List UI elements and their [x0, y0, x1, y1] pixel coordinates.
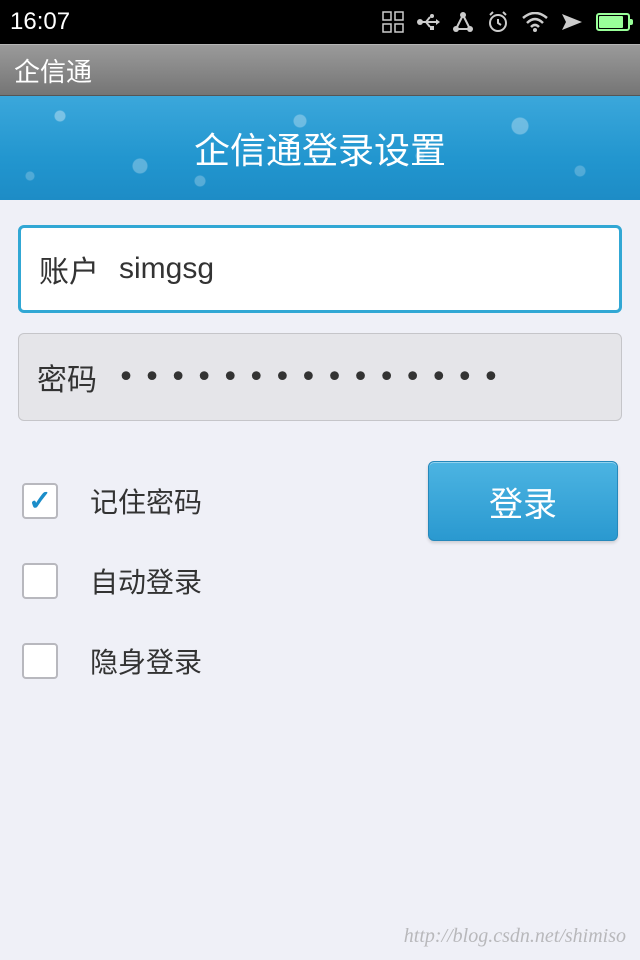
- login-button[interactable]: 登录: [428, 461, 618, 541]
- invisible-login-label: 隐身登录: [90, 641, 202, 681]
- auto-login-item[interactable]: 自动登录: [22, 541, 428, 621]
- account-input[interactable]: [119, 252, 601, 286]
- status-icons: [382, 10, 630, 34]
- usb-icon: [416, 11, 440, 33]
- remember-password-checkbox[interactable]: [22, 483, 58, 519]
- banner-title: 企信通登录设置: [194, 122, 446, 174]
- app-name: 企信通: [14, 52, 92, 89]
- status-time: 16:07: [10, 8, 70, 36]
- checkbox-column: 记住密码 自动登录 隐身登录: [22, 461, 428, 701]
- wifi-icon: [522, 12, 548, 32]
- account-field[interactable]: 账户: [18, 225, 622, 313]
- account-label: 账户: [39, 247, 99, 291]
- share-icon: [452, 11, 474, 33]
- invisible-login-checkbox[interactable]: [22, 643, 58, 679]
- airplane-icon: [560, 10, 584, 34]
- options-row: 记住密码 自动登录 隐身登录 登录: [18, 461, 622, 701]
- watermark: http://blog.csdn.net/shimiso: [404, 925, 626, 948]
- password-input[interactable]: [117, 360, 603, 395]
- banner: 企信通登录设置: [0, 96, 640, 200]
- remember-password-item[interactable]: 记住密码: [22, 461, 428, 541]
- title-bar: 企信通: [0, 44, 640, 96]
- alarm-icon: [486, 10, 510, 34]
- login-form: 账户 密码 记住密码 自动登录 隐身登录 登录: [0, 200, 640, 701]
- login-button-label: 登录: [489, 477, 557, 526]
- password-field[interactable]: 密码: [18, 333, 622, 421]
- remember-password-label: 记住密码: [90, 481, 202, 521]
- auto-login-label: 自动登录: [90, 561, 202, 601]
- battery-icon: [596, 13, 630, 31]
- grid-icon: [382, 11, 404, 33]
- invisible-login-item[interactable]: 隐身登录: [22, 621, 428, 701]
- password-label: 密码: [37, 355, 97, 399]
- status-bar: 16:07: [0, 0, 640, 44]
- auto-login-checkbox[interactable]: [22, 563, 58, 599]
